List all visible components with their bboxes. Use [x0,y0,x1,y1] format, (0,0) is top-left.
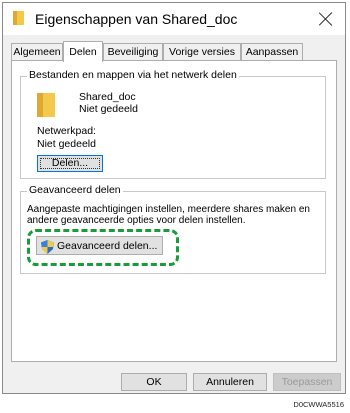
advanced-share-description-line1: Aangepaste machtigingen instellen, meerd… [27,204,310,215]
figure-code: D0CWWA5516 [293,400,344,409]
share-button-label: Delen... [51,157,89,169]
network-share-group-title: Bestanden en mappen via het netwerk dele… [27,69,239,81]
tab-beveiliging[interactable]: Beveiliging [103,43,163,60]
network-path-value: Niet gedeeld [37,138,96,150]
delen-tab-panel: Bestanden en mappen via het netwerk dele… [11,60,337,362]
title-bar: Eigenschappen van Shared_doc [3,3,345,35]
folder-icon [37,93,55,117]
window-title: Eigenschappen van Shared_doc [35,11,238,27]
shield-icon [41,240,54,254]
network-path-label: Netwerkpad: [37,125,96,137]
advanced-share-description-line2: andere geavanceerde opties voor delen in… [27,215,246,226]
properties-dialog: Eigenschappen van Shared_doc Algemeen De… [2,2,346,394]
cancel-button[interactable]: Annuleren [193,373,267,391]
network-share-group: Bestanden en mappen via het netwerk dele… [20,69,326,179]
apply-button: Toepassen [273,373,341,391]
share-button[interactable]: Delen... [37,155,103,172]
close-icon[interactable] [313,6,339,32]
tab-algemeen[interactable]: Algemeen [11,43,63,60]
advanced-share-button[interactable]: Geavanceerd delen... [36,236,163,255]
folder-name: Shared_doc [79,91,136,103]
folder-icon [13,11,24,25]
tab-delen[interactable]: Delen [63,41,103,62]
advanced-share-group-title: Geavanceerd delen [27,184,123,196]
tab-vorige-versies[interactable]: Vorige versies [163,43,241,60]
tab-aanpassen[interactable]: Aanpassen [241,43,303,60]
ok-button[interactable]: OK [121,373,187,391]
advanced-share-button-label: Geavanceerd delen... [57,240,158,252]
share-status: Niet gedeeld [79,103,138,115]
